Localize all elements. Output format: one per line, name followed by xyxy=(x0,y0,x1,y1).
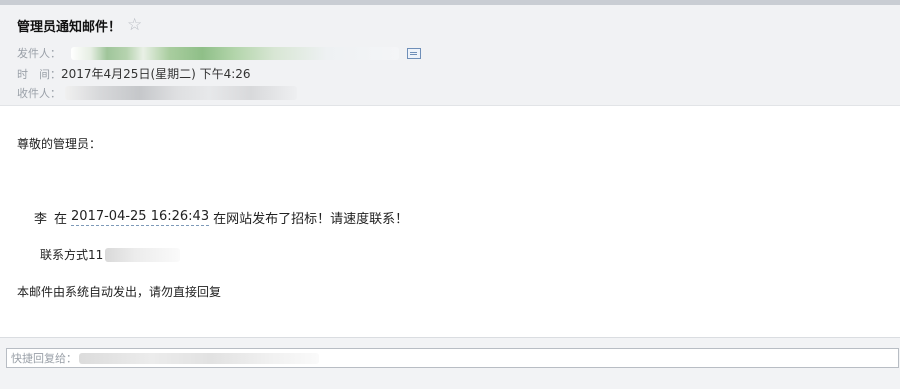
contact-line: 联系方式11 xyxy=(40,246,181,263)
recipient-redacted[interactable] xyxy=(65,86,297,100)
contact-card-icon[interactable] xyxy=(407,47,421,59)
to-label: 收件人： xyxy=(17,87,61,100)
sender-redacted[interactable] xyxy=(71,46,399,60)
notice-line: 李 在 2017-04-25 16:26:43 在网站发布了招标！请速度联系！ xyxy=(34,208,408,227)
quick-reply-label: 快捷回复给： xyxy=(11,352,77,365)
subject-row: 管理员通知邮件！ ☆ xyxy=(17,16,142,36)
notice-prefix: 在 xyxy=(54,212,68,227)
notice-name: 李 xyxy=(34,212,48,227)
from-label: 发件人： xyxy=(17,47,61,60)
time-label: 时 间： xyxy=(17,67,61,81)
auto-send-note: 本邮件由系统自动发出，请勿直接回复 xyxy=(17,285,222,299)
mail-subject: 管理员通知邮件！ xyxy=(17,20,122,35)
reply-recipient-redacted xyxy=(79,352,319,364)
quick-reply-bar: 快捷回复给： xyxy=(0,337,900,389)
quick-reply-input[interactable]: 快捷回复给： xyxy=(6,348,899,368)
mail-header: 管理员通知邮件！ ☆ 发件人： 时 间： 2017年4月25日(星期二) 下午4… xyxy=(0,5,900,106)
notice-datetime[interactable]: 2017-04-25 16:26:43 xyxy=(71,209,210,226)
greeting-text: 尊敬的管理员： xyxy=(17,137,102,151)
star-icon[interactable]: ☆ xyxy=(127,17,142,34)
from-row: 发件人： xyxy=(17,45,421,61)
phone-redacted xyxy=(105,247,181,262)
contact-label: 联系方式11 xyxy=(40,248,104,262)
time-value: 2017年4月25日(星期二) 下午4:26 xyxy=(61,67,251,81)
notice-suffix: 在网站发布了招标！请速度联系！ xyxy=(213,212,409,227)
time-row: 时 间： 2017年4月25日(星期二) 下午4:26 xyxy=(17,65,251,82)
to-row: 收件人： xyxy=(17,85,297,101)
